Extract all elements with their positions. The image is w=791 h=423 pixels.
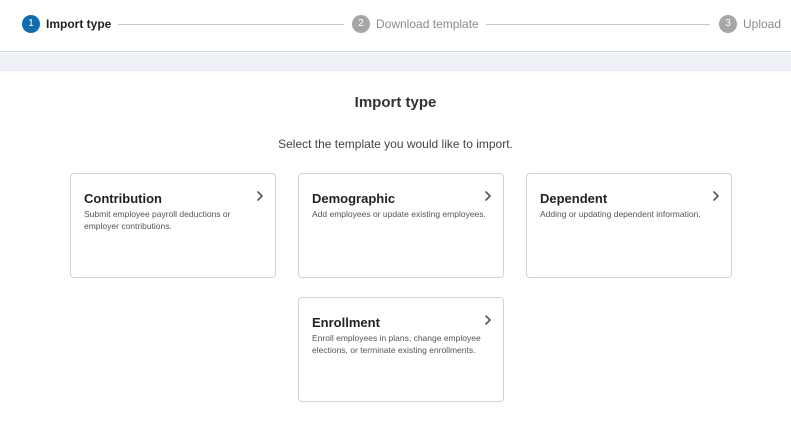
step-number-3: 3 — [719, 15, 737, 33]
card-title: Contribution — [84, 191, 162, 206]
page-subtitle: Select the template you would like to im… — [278, 137, 513, 151]
chevron-right-icon — [485, 191, 491, 201]
step-upload: 3 Upload — [719, 14, 781, 34]
step-connector-1 — [118, 24, 344, 25]
card-description: Add employees or update existing employe… — [312, 209, 486, 219]
template-card-dependent[interactable]: Dependent Adding or updating dependent i… — [526, 173, 732, 278]
template-card-demographic[interactable]: Demographic Add employees or update exis… — [298, 173, 504, 278]
header-band — [0, 53, 791, 71]
card-title: Enrollment — [312, 315, 380, 330]
progress-stepper: 1 Import type 2 Download template 3 Uplo… — [0, 0, 791, 52]
template-card-contribution[interactable]: Contribution Submit employee payroll ded… — [70, 173, 276, 278]
step-label-download-template: Download template — [376, 17, 479, 31]
step-label-import-type: Import type — [46, 17, 112, 31]
template-card-enrollment[interactable]: Enrollment Enroll employees in plans, ch… — [298, 297, 504, 402]
page-title: Import type — [354, 94, 437, 111]
chevron-right-icon — [485, 315, 491, 325]
step-label-upload: Upload — [743, 17, 782, 31]
card-description: Enroll employees in plans, change employ… — [312, 333, 481, 355]
chevron-right-icon — [713, 191, 719, 201]
card-description: Submit employee payroll deductions or em… — [84, 209, 231, 231]
card-title: Dependent — [540, 191, 608, 206]
step-connector-2 — [486, 24, 710, 25]
card-description: Adding or updating dependent information… — [540, 209, 701, 219]
step-number-1: 1 — [22, 15, 40, 33]
step-download-template: 2 Download template — [352, 14, 479, 34]
card-title: Demographic — [312, 191, 396, 206]
step-number-2: 2 — [352, 15, 370, 33]
chevron-right-icon — [257, 191, 263, 201]
step-import-type: 1 Import type — [22, 14, 111, 34]
